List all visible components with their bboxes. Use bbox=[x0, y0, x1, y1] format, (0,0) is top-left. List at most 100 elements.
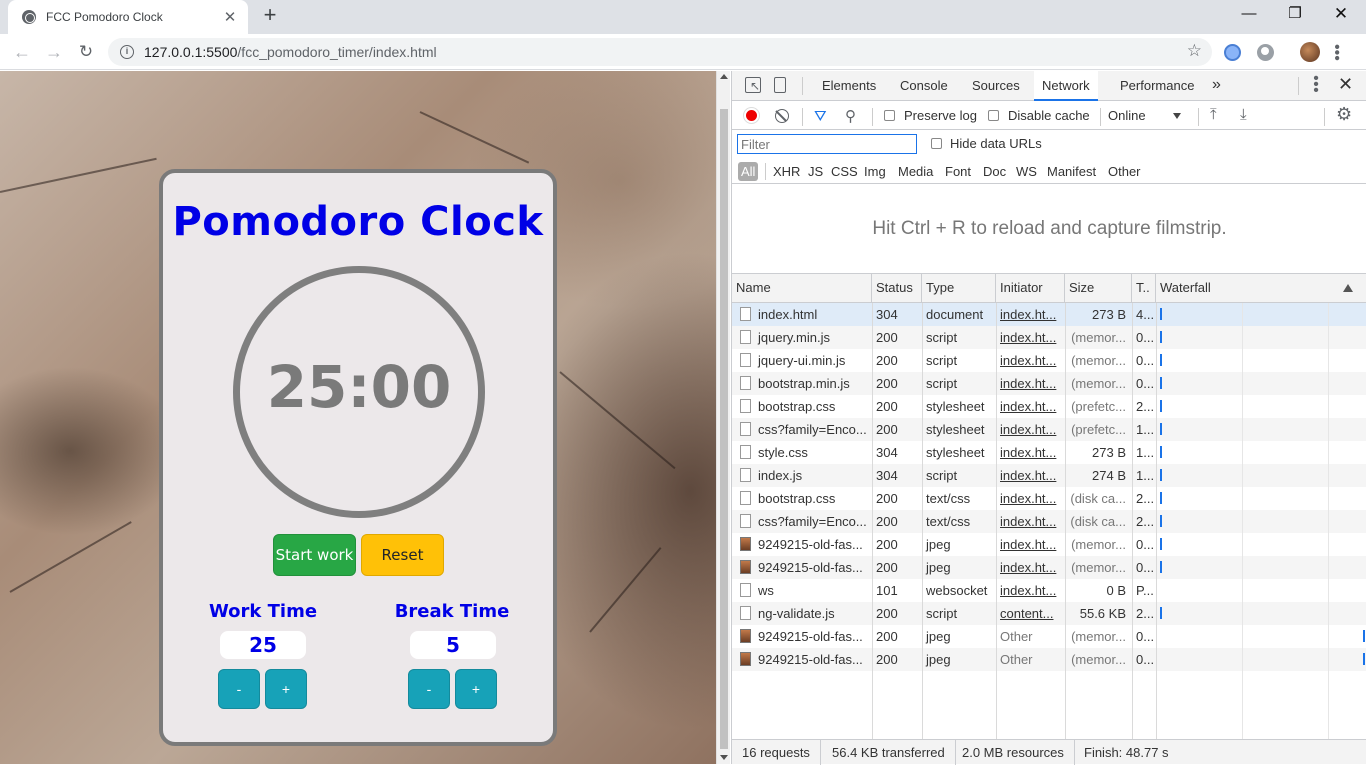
column-status[interactable]: Status bbox=[872, 274, 922, 303]
work-minus-button[interactable]: - bbox=[218, 669, 260, 709]
table-row[interactable]: bootstrap.css 200 text/css index.ht... (disk… bbox=[732, 487, 1366, 510]
back-button[interactable]: ← bbox=[10, 40, 34, 64]
type-css[interactable]: CSS bbox=[828, 162, 861, 181]
break-minus-button[interactable]: - bbox=[408, 669, 450, 709]
column-size[interactable]: Size bbox=[1065, 274, 1132, 303]
devtools-close-icon[interactable]: ✕ bbox=[1338, 74, 1353, 95]
import-har-icon[interactable]: ⤒ bbox=[1210, 106, 1217, 123]
cell-name[interactable]: ws bbox=[754, 579, 872, 602]
gear-icon[interactable]: ⚙ bbox=[1336, 104, 1352, 125]
table-row[interactable]: css?family=Enco... 200 stylesheet index.ht.… bbox=[732, 418, 1366, 441]
cell-name[interactable]: 9249215-old-fas... bbox=[754, 556, 872, 579]
cell-initiator[interactable]: Other bbox=[996, 648, 1065, 671]
cell-name[interactable]: ng-validate.js bbox=[754, 602, 872, 625]
column-time[interactable]: T.. bbox=[1132, 274, 1156, 303]
cell-initiator[interactable]: index.ht... bbox=[996, 349, 1065, 372]
cell-initiator[interactable]: index.ht... bbox=[996, 326, 1065, 349]
cell-initiator[interactable]: content... bbox=[996, 602, 1065, 625]
type-media[interactable]: Media bbox=[895, 162, 936, 181]
cell-initiator[interactable]: index.ht... bbox=[996, 510, 1065, 533]
cell-name[interactable]: bootstrap.css bbox=[754, 395, 872, 418]
table-row[interactable]: jquery.min.js 200 script index.ht... (memor.… bbox=[732, 326, 1366, 349]
cell-initiator[interactable]: index.ht... bbox=[996, 579, 1065, 602]
cell-name[interactable]: 9249215-old-fas... bbox=[754, 533, 872, 556]
preserve-log-checkbox[interactable] bbox=[884, 110, 895, 121]
type-ws[interactable]: WS bbox=[1013, 162, 1040, 181]
disable-cache-checkbox[interactable] bbox=[988, 110, 999, 121]
start-work-button[interactable]: Start work bbox=[273, 534, 356, 576]
inspect-element-icon[interactable] bbox=[745, 77, 761, 93]
column-type[interactable]: Type bbox=[922, 274, 996, 303]
table-row[interactable]: style.css 304 stylesheet index.ht... 273 B 1.… bbox=[732, 441, 1366, 464]
type-all[interactable]: All bbox=[738, 162, 759, 181]
cell-initiator[interactable]: index.ht... bbox=[996, 303, 1065, 326]
cell-name[interactable]: css?family=Enco... bbox=[754, 418, 872, 441]
cell-initiator[interactable]: index.ht... bbox=[996, 533, 1065, 556]
cell-initiator[interactable]: index.ht... bbox=[996, 487, 1065, 510]
cell-initiator[interactable]: index.ht... bbox=[996, 556, 1065, 579]
cell-initiator[interactable]: index.ht... bbox=[996, 441, 1065, 464]
record-icon[interactable] bbox=[744, 108, 759, 123]
table-row[interactable]: bootstrap.css 200 stylesheet index.ht... (pr… bbox=[732, 395, 1366, 418]
tab-elements[interactable]: Elements bbox=[814, 71, 884, 101]
table-row[interactable]: css?family=Enco... 200 text/css index.ht...… bbox=[732, 510, 1366, 533]
cell-initiator[interactable]: Other bbox=[996, 625, 1065, 648]
scroll-up-icon[interactable] bbox=[720, 74, 728, 79]
cell-initiator[interactable]: index.ht... bbox=[996, 395, 1065, 418]
cell-name[interactable]: css?family=Enco... bbox=[754, 510, 872, 533]
column-name[interactable]: Name bbox=[732, 274, 872, 303]
scroll-down-icon[interactable] bbox=[720, 755, 728, 760]
profile-avatar[interactable] bbox=[1300, 42, 1320, 62]
export-har-icon[interactable]: ⤓ bbox=[1240, 106, 1247, 123]
table-row[interactable]: 9249215-old-fas... 200 jpeg Other (memor... 0… bbox=[732, 625, 1366, 648]
cell-name[interactable]: jquery-ui.min.js bbox=[754, 349, 872, 372]
browser-tab[interactable]: FCC Pomodoro Clock ✕ bbox=[8, 0, 248, 34]
tab-console[interactable]: Console bbox=[892, 71, 956, 101]
work-plus-button[interactable]: + bbox=[265, 669, 307, 709]
tab-sources[interactable]: Sources bbox=[964, 71, 1028, 101]
type-font[interactable]: Font bbox=[942, 162, 974, 181]
new-tab-button[interactable]: + bbox=[258, 4, 282, 28]
clear-icon[interactable] bbox=[775, 109, 789, 123]
column-waterfall[interactable]: Waterfall bbox=[1156, 274, 1366, 303]
type-manifest[interactable]: Manifest bbox=[1044, 162, 1099, 181]
table-row[interactable]: ng-validate.js 200 script content... 55.6 KB… bbox=[732, 602, 1366, 625]
cell-name[interactable]: bootstrap.min.js bbox=[754, 372, 872, 395]
filter-input[interactable] bbox=[737, 134, 917, 154]
device-toolbar-icon[interactable] bbox=[774, 77, 786, 93]
type-img[interactable]: Img bbox=[861, 162, 889, 181]
scrollbar-thumb[interactable] bbox=[720, 109, 728, 749]
cell-name[interactable]: bootstrap.css bbox=[754, 487, 872, 510]
type-doc[interactable]: Doc bbox=[980, 162, 1009, 181]
bookmark-star-icon[interactable]: ☆ bbox=[1187, 41, 1202, 61]
info-icon[interactable]: i bbox=[120, 45, 134, 59]
table-row[interactable]: index.html 304 document index.ht... 273 B 4..… bbox=[732, 303, 1366, 326]
page-scrollbar[interactable] bbox=[716, 71, 730, 764]
extension-icon[interactable] bbox=[1224, 44, 1241, 61]
cell-name[interactable]: 9249215-old-fas... bbox=[754, 648, 872, 671]
cell-name[interactable]: index.js bbox=[754, 464, 872, 487]
throttle-select[interactable]: Online bbox=[1108, 108, 1146, 123]
reset-button[interactable]: Reset bbox=[361, 534, 444, 576]
filter-icon[interactable]: ⛛ bbox=[814, 108, 827, 125]
chevron-down-icon[interactable] bbox=[1173, 113, 1181, 119]
type-other[interactable]: Other bbox=[1105, 162, 1144, 181]
table-row[interactable]: 9249215-old-fas... 200 jpeg index.ht... (mem… bbox=[732, 533, 1366, 556]
cell-name[interactable]: jquery.min.js bbox=[754, 326, 872, 349]
extension-moon-icon[interactable] bbox=[1257, 44, 1274, 61]
cell-name[interactable]: 9249215-old-fas... bbox=[754, 625, 872, 648]
cell-initiator[interactable]: index.ht... bbox=[996, 464, 1065, 487]
table-row[interactable]: index.js 304 script index.ht... 274 B 1... bbox=[732, 464, 1366, 487]
table-row[interactable]: 9249215-old-fas... 200 jpeg index.ht... (mem… bbox=[732, 556, 1366, 579]
tab-performance[interactable]: Performance bbox=[1112, 71, 1202, 101]
browser-menu-icon[interactable]: ••• bbox=[1328, 40, 1345, 64]
cell-name[interactable]: index.html bbox=[754, 303, 872, 326]
type-js[interactable]: JS bbox=[805, 162, 826, 181]
tab-close-icon[interactable]: ✕ bbox=[222, 8, 238, 26]
search-icon[interactable]: ⚲ bbox=[845, 107, 856, 125]
cell-initiator[interactable]: index.ht... bbox=[996, 372, 1065, 395]
break-plus-button[interactable]: + bbox=[455, 669, 497, 709]
more-tabs-icon[interactable]: » bbox=[1212, 71, 1221, 99]
type-xhr[interactable]: XHR bbox=[770, 162, 803, 181]
table-row[interactable]: jquery-ui.min.js 200 script index.ht... (mem… bbox=[732, 349, 1366, 372]
